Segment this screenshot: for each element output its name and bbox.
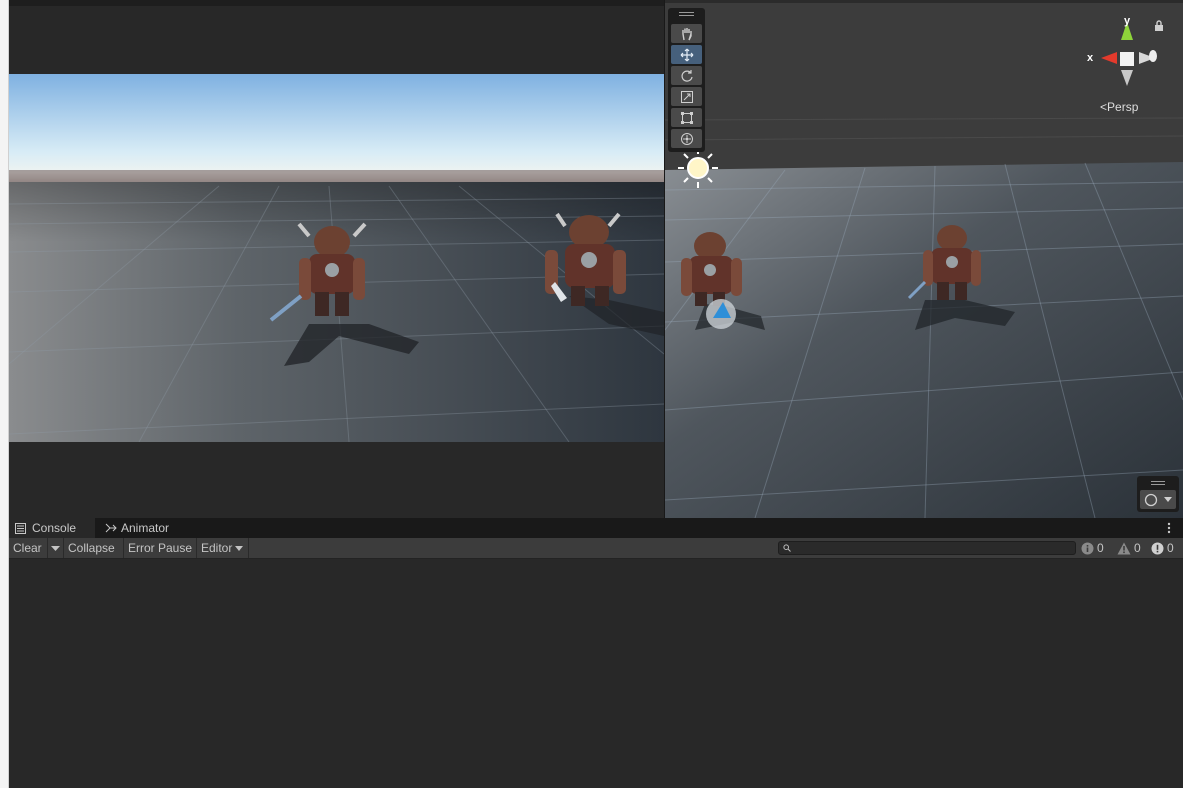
console-search-input[interactable] (778, 541, 1076, 555)
info-icon (1081, 542, 1094, 554)
error-icon (1151, 542, 1164, 554)
move-icon (680, 48, 693, 61)
console-panel: Console Animator Clear Collapse Error Pa… (9, 518, 1183, 788)
dropdown-arrow-icon (235, 545, 244, 551)
perspective-icon: < (1100, 100, 1108, 114)
tab-animator-label: Animator (121, 521, 170, 535)
transform-icon (680, 132, 693, 145)
gizmo-x-label: x (1087, 52, 1094, 64)
transform-tool-button[interactable] (671, 129, 702, 148)
hand-tool-button[interactable] (671, 24, 702, 43)
rect-transform-icon (680, 111, 693, 124)
more-options-icon[interactable] (1163, 521, 1175, 535)
rect-tool-button[interactable] (671, 108, 702, 127)
compass-icon (1144, 493, 1158, 507)
error-pause-toggle[interactable]: Error Pause (124, 538, 197, 558)
console-tab-bar: Console Animator (9, 518, 1183, 538)
game-view-header (9, 0, 664, 6)
rotate-icon (680, 69, 693, 82)
gizmo-y-label: y (1124, 15, 1131, 27)
scale-icon (680, 90, 693, 103)
tab-console-label: Console (32, 521, 77, 535)
tab-animator[interactable]: Animator (99, 518, 185, 538)
warning-count-toggle[interactable]: 0 (1117, 538, 1141, 558)
overlay-drag-handle[interactable] (1151, 481, 1165, 482)
projection-mode-label[interactable]: <Persp (1100, 100, 1160, 116)
hand-icon (681, 27, 692, 40)
animator-icon (105, 523, 117, 533)
dropdown-arrow-icon (51, 545, 60, 551)
lock-icon[interactable] (1154, 20, 1164, 32)
editor-dropdown[interactable]: Editor (197, 538, 249, 558)
scene-overlay-menu[interactable] (1137, 476, 1179, 512)
error-count-toggle[interactable]: 0 (1151, 538, 1174, 558)
clear-options-dropdown[interactable] (48, 538, 64, 558)
tab-console[interactable]: Console (9, 518, 95, 538)
collapse-toggle[interactable]: Collapse (64, 538, 124, 558)
window-left-edge (0, 0, 9, 788)
move-tool-button[interactable] (671, 45, 702, 64)
directional-light-icon[interactable] (678, 148, 718, 188)
palette-drag-handle[interactable] (679, 12, 694, 13)
warning-icon (1117, 542, 1131, 554)
game-view-render[interactable] (9, 74, 664, 442)
clear-button[interactable]: Clear (9, 538, 48, 558)
log-count-toggle[interactable]: 0 (1081, 538, 1104, 558)
search-icon (783, 544, 791, 552)
game-view-panel (9, 0, 664, 518)
console-log-list[interactable] (9, 559, 1183, 788)
dropdown-arrow-icon (1164, 497, 1172, 502)
tool-palette (668, 8, 705, 152)
rotate-tool-button[interactable] (671, 66, 702, 85)
console-toolbar: Clear Collapse Error Pause Editor 0 0 0 (9, 538, 1183, 559)
scale-tool-button[interactable] (671, 87, 702, 106)
console-icon (15, 522, 26, 534)
camera-settings-button[interactable] (1140, 490, 1176, 509)
